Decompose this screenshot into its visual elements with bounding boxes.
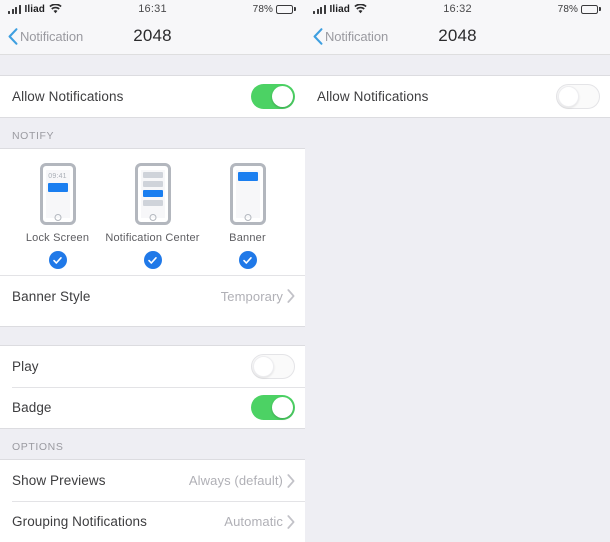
check-circle-icon[interactable] xyxy=(238,251,257,269)
play-sound-toggle[interactable] xyxy=(251,354,295,379)
allow-notifications-toggle[interactable] xyxy=(556,84,600,109)
banner-style-value: Temporary xyxy=(220,288,283,304)
grouping-notifications-value: Automatic xyxy=(224,514,283,529)
screen-notifications-disabled: Iliad 16:32 78% Notification 2048 Allow … xyxy=(305,0,610,542)
banner-style-label: Banner Style xyxy=(12,288,91,304)
lock-screen-phone-icon: 09:41 xyxy=(39,163,76,225)
status-bar: Iliad 16:31 78% xyxy=(0,0,305,18)
notify-card: 09:41 Lock Screen Notification Center Ba… xyxy=(0,148,305,327)
chevron-right-icon xyxy=(287,473,295,488)
check-circle-icon[interactable] xyxy=(143,251,162,269)
options-group: Show Previews Always (default) Grouping … xyxy=(0,459,305,542)
badge-label: Badge xyxy=(12,400,52,415)
settings-content: Allow Notifications xyxy=(305,55,610,542)
grouping-notifications-row[interactable]: Grouping Notifications Automatic xyxy=(0,501,305,542)
status-bar-clock: 16:32 xyxy=(443,3,472,15)
banner-phone-icon xyxy=(229,163,266,225)
alert-style-options: 09:41 Lock Screen Notification Center Ba… xyxy=(0,163,305,269)
allow-notifications-group: Allow Notifications xyxy=(0,75,305,118)
check-circle-icon[interactable] xyxy=(48,251,67,269)
notification-center-phone-icon xyxy=(134,163,171,225)
navigation-bar: Notification 2048 xyxy=(0,18,305,55)
play-sound-row[interactable]: Play xyxy=(0,346,305,387)
allow-notifications-group: Allow Notifications xyxy=(305,75,610,118)
show-previews-row[interactable]: Show Previews Always (default) xyxy=(0,460,305,501)
status-bar-clock: 16:31 xyxy=(138,3,167,15)
alert-style-label: Banner xyxy=(229,232,266,244)
options-section-header: OPTIONS xyxy=(0,429,305,459)
allow-notifications-toggle[interactable] xyxy=(251,84,295,109)
battery-icon xyxy=(276,4,296,14)
battery-icon xyxy=(581,4,601,14)
top-spacer xyxy=(0,55,305,75)
chevron-right-icon xyxy=(287,514,295,529)
alert-style-label: Lock Screen xyxy=(25,232,90,244)
screen-notifications-enabled: Iliad 16:31 78% Notification 2048 Allow … xyxy=(0,0,305,542)
allow-notifications-row[interactable]: Allow Notifications xyxy=(0,76,305,117)
alert-style-banner[interactable]: Banner xyxy=(200,163,295,269)
badge-toggle[interactable] xyxy=(251,395,295,420)
page-title: 2048 xyxy=(438,26,477,45)
alert-style-notification-center[interactable]: Notification Center xyxy=(105,163,200,269)
badge-row[interactable]: Badge xyxy=(0,387,305,428)
top-spacer xyxy=(305,55,610,75)
navigation-bar: Notification 2048 xyxy=(305,18,610,55)
lock-screen-time-label: 09:41 xyxy=(48,173,67,180)
allow-notifications-row[interactable]: Allow Notifications xyxy=(305,76,610,117)
show-previews-label: Show Previews xyxy=(12,473,106,488)
page-title: 2048 xyxy=(133,26,172,45)
allow-notifications-label: Allow Notifications xyxy=(12,89,124,104)
show-previews-value: Always (default) xyxy=(188,473,283,488)
allow-notifications-label: Allow Notifications xyxy=(317,89,429,104)
settings-content: Allow Notifications NOTIFY 09:41 Lock Sc… xyxy=(0,55,305,542)
dual-screenshot-comparison: Iliad 16:31 78% Notification 2048 Allow … xyxy=(0,0,610,542)
alert-style-label: Notification Center xyxy=(105,232,200,244)
sounds-badges-group: Play Badge xyxy=(0,345,305,429)
grouping-notifications-label: Grouping Notifications xyxy=(12,514,148,529)
banner-style-row[interactable]: Banner Style Temporary xyxy=(0,275,305,316)
chevron-right-icon xyxy=(287,289,295,303)
status-bar: Iliad 16:32 78% xyxy=(305,0,610,18)
play-sound-label: Play xyxy=(12,359,39,374)
section-gap xyxy=(0,327,305,345)
alert-style-lock-screen[interactable]: 09:41 Lock Screen xyxy=(10,163,105,269)
notify-section-header: NOTIFY xyxy=(0,118,305,148)
